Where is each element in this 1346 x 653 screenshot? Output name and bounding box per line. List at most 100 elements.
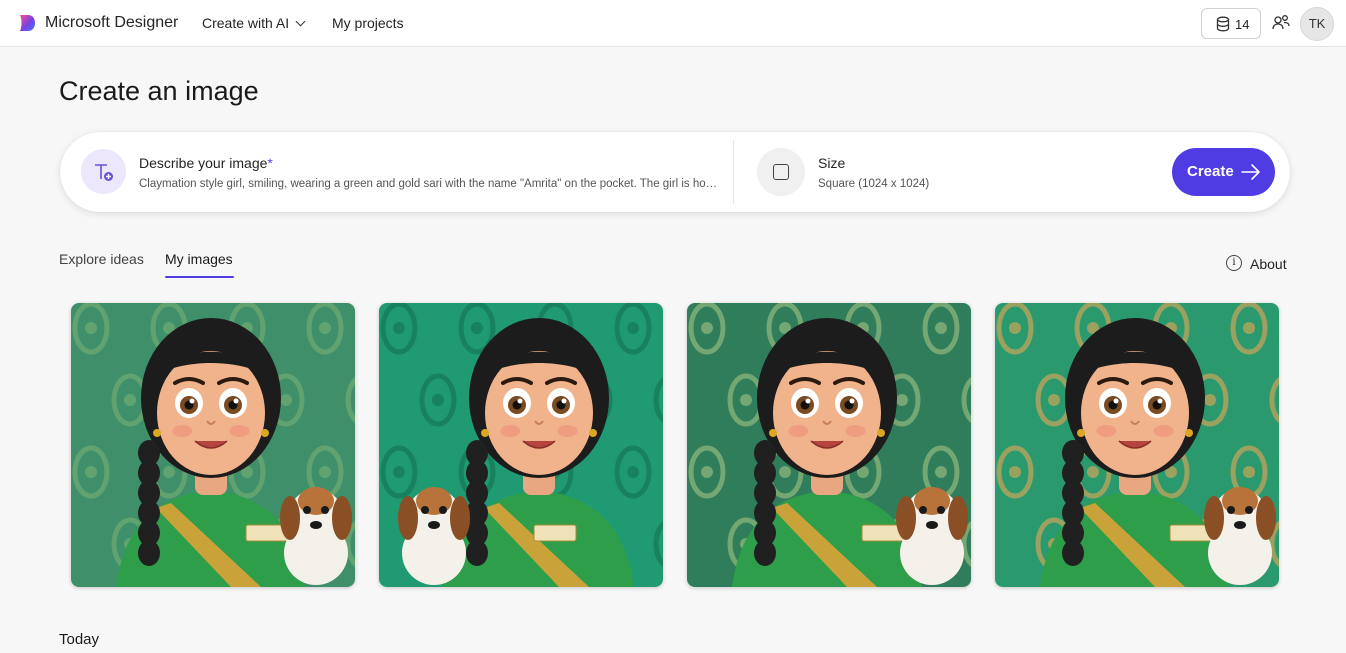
name-tag [533,524,577,542]
size-value[interactable]: Square (1024 x 1024) [818,178,929,190]
damask-motif [627,466,639,478]
my-projects-link[interactable]: My projects [332,15,404,31]
damask-motif [471,322,483,334]
puppy-ear [398,496,418,540]
eye-highlight [849,398,855,404]
damask-motif [432,394,444,406]
damask-motif [779,466,791,478]
puppy-ear [280,496,300,540]
damask-motif [1048,394,1060,406]
page-title: Create an image [59,76,259,106]
generated-image-art [995,303,1279,587]
about-label: About [1250,256,1287,272]
damask-motif [85,322,97,334]
damask-motif [896,394,908,406]
puppy-nose [428,521,440,529]
tab-explore-ideas[interactable]: Explore ideas [59,251,144,267]
create-button[interactable]: Create [1172,148,1275,196]
credits-count: 14 [1235,17,1250,32]
eye-highlight [189,398,195,404]
people-share-icon[interactable] [1272,14,1290,32]
earring [1185,429,1193,437]
damask-motif [740,394,752,406]
brand-name[interactable]: Microsoft Designer [45,14,178,32]
cheek [229,425,250,437]
text-add-icon [81,149,126,194]
puppy-ear [450,496,470,540]
designer-logo-icon[interactable] [17,13,37,33]
user-avatar[interactable]: TK [1300,7,1334,41]
damask-motif [124,394,136,406]
damask-motif [935,466,947,478]
eye-highlight [561,398,567,404]
damask-motif [280,394,292,406]
required-mark: * [267,155,273,171]
damask-motif [1243,322,1255,334]
damask-motif [1204,394,1216,406]
damask-motif [701,466,713,478]
generated-image-2[interactable] [379,303,663,587]
face [485,351,593,475]
puppy-eye [937,506,945,514]
cheek [557,425,578,437]
prompt-input[interactable]: Claymation style girl, smiling, wearing … [139,178,719,190]
generated-image-art [379,303,663,587]
puppy-ear [1256,496,1276,540]
damask-motif [85,466,97,478]
card-divider [733,140,734,204]
earring [481,429,489,437]
prompt-card: Describe your image* Claymation style gi… [60,132,1290,212]
puppy-eye [421,506,429,514]
damask-motif [1243,466,1255,478]
puppy-ear [948,496,968,540]
damask-motif [319,322,331,334]
earring [261,429,269,437]
braid-segment [466,540,488,566]
braid-segment [754,540,776,566]
size-selector-button[interactable] [757,148,805,196]
puppy-eye [1245,506,1253,514]
create-button-label: Create [1187,163,1234,180]
tab-my-images[interactable]: My images [165,251,233,267]
cheek [1096,425,1117,437]
generated-image-4[interactable] [995,303,1279,587]
cheek [845,425,866,437]
earring [153,429,161,437]
generated-image-1[interactable] [71,303,355,587]
damask-motif [319,466,331,478]
generated-image-art [71,303,355,587]
damask-motif [1009,322,1021,334]
puppy-nose [310,521,322,529]
puppy-nose [926,521,938,529]
earring [769,429,777,437]
puppy-eye [919,506,927,514]
prompt-label: Describe your image* [139,155,273,171]
coins-icon [1216,16,1230,32]
eye-highlight [805,398,811,404]
arrow-right-icon [1241,164,1260,180]
damask-motif [935,322,947,334]
create-with-ai-label: Create with AI [202,15,290,31]
eye-highlight [233,398,239,404]
eye-highlight [1157,398,1163,404]
damask-motif [393,322,405,334]
chevron-down-icon [295,16,306,27]
damask-motif [393,466,405,478]
create-with-ai-menu[interactable]: Create with AI [202,15,306,31]
damask-motif [1087,466,1099,478]
credits-button[interactable]: 14 [1201,8,1261,39]
info-icon: i [1226,255,1242,271]
cheek [1153,425,1174,437]
face [157,351,265,475]
earring [1077,429,1085,437]
earring [877,429,885,437]
puppy-eye [439,506,447,514]
braid-segment [1062,540,1084,566]
cheek [500,425,521,437]
puppy-eye [1227,506,1235,514]
puppy-ear [332,496,352,540]
generated-image-3[interactable] [687,303,971,587]
puppy-eye [321,506,329,514]
face [773,351,881,475]
cheek [172,425,193,437]
